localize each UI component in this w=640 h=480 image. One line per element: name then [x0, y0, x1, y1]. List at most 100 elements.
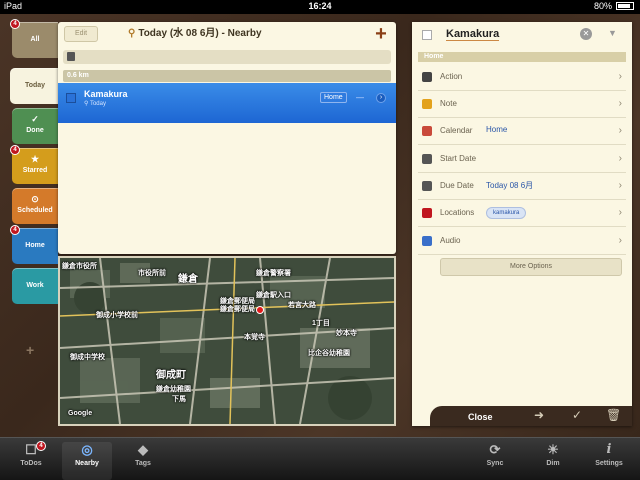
map-label: 鎌倉警察署	[256, 270, 291, 277]
battery-icon	[616, 2, 634, 10]
map-view[interactable]: 鎌倉市役所 市役所前 鎌倉 鎌倉郵便局 鎌倉郵便局 御成小学校前 鎌倉駅入口 鎌倉警察署 若宮大…	[58, 256, 396, 426]
detail-row-note[interactable]: Note ›	[418, 91, 626, 118]
map-label: 1丁目	[312, 320, 330, 327]
star-icon: ★	[30, 154, 40, 164]
toolbar-settings[interactable]: i Settings	[584, 442, 634, 480]
map-label: 鎌倉	[178, 274, 198, 285]
detail-row-label: Due Date	[440, 181, 474, 190]
check-icon: ✓	[31, 114, 39, 124]
satellite-map	[60, 258, 394, 424]
map-label: 鎌倉郵便局	[220, 306, 255, 313]
distance-header: 0.6 km	[63, 70, 391, 82]
task-context-tag: Home	[320, 92, 347, 103]
tab-home[interactable]: 4 Home	[10, 225, 58, 264]
tab-starred[interactable]: 4 ★ Starred	[10, 145, 58, 184]
pin-icon: ⚲	[84, 101, 89, 107]
tab-scheduled[interactable]: ⊙ Scheduled	[12, 188, 58, 224]
chevron-right-icon: ›	[618, 71, 622, 82]
tab-label: Done	[26, 127, 44, 134]
status-right: 80%	[594, 1, 634, 11]
clapper-icon	[422, 72, 432, 82]
toolbar-tags[interactable]: ◆ Tags	[118, 442, 168, 480]
due-date-icon	[422, 181, 432, 191]
task-detail-panel: Kamakura ✕ ▼ Home Action › Note › Calendar Ho…	[412, 22, 632, 426]
toolbar-dim[interactable]: ☀ Dim	[528, 442, 578, 480]
sync-icon: ⟳	[489, 442, 501, 457]
toolbar-todos[interactable]: ☐ 4 ToDos	[6, 441, 56, 480]
detail-row-label: Locations	[440, 208, 475, 217]
detail-title[interactable]: Kamakura	[446, 28, 500, 41]
info-icon: i	[606, 442, 612, 457]
detail-row-label: Note	[440, 99, 457, 108]
chevron-right-icon: ›	[618, 180, 622, 191]
task-title: Kamakura	[84, 89, 128, 99]
list-title-text: Today (水 08 6月) - Nearby	[138, 28, 262, 39]
toolbar-label: Nearby	[75, 460, 99, 467]
list-title: ⚲ Today (水 08 6月) - Nearby	[128, 26, 358, 42]
map-label: 比企谷幼稚園	[308, 350, 350, 357]
tab-badge: 4	[10, 19, 20, 29]
task-subtitle: ⚲ Today	[84, 100, 106, 107]
add-task-button[interactable]: +	[372, 24, 390, 44]
task-dash: —	[356, 93, 364, 102]
tab-label: Starred	[22, 167, 48, 174]
detail-row-value: Today 08 6月	[486, 181, 534, 190]
detail-row-label: Start Date	[440, 154, 477, 163]
toolbar-label: ToDos	[20, 460, 42, 467]
map-label: 本覚寺	[244, 334, 265, 341]
toolbar-label: Tags	[135, 460, 151, 467]
context-strip[interactable]: Home	[418, 52, 626, 62]
speaker-icon	[422, 236, 432, 246]
map-label: 妙本寺	[336, 330, 357, 337]
task-checkbox[interactable]	[66, 93, 76, 103]
lightbulb-icon: ☀	[547, 442, 559, 457]
detail-footer	[430, 406, 632, 426]
nearby-icon: ◎	[81, 442, 93, 457]
tab-label: All	[30, 36, 40, 43]
close-button[interactable]: Close	[468, 412, 493, 422]
toolbar-label: Settings	[595, 460, 623, 467]
map-label: 鎌倉幼稚園	[156, 386, 191, 393]
add-tab-icon[interactable]: +	[26, 342, 34, 358]
detail-row-start-date[interactable]: Start Date ›	[418, 146, 626, 173]
check-icon[interactable]: ✓	[572, 408, 582, 422]
chevron-down-icon[interactable]: ▼	[608, 28, 617, 38]
task-row-selected[interactable]: Kamakura ⚲ Today Home — ›	[58, 83, 396, 123]
map-label: 御成町	[156, 370, 186, 381]
location-pin-icon[interactable]	[256, 306, 264, 314]
list-header: Edit ⚲ Today (水 08 6月) - Nearby +	[58, 22, 396, 46]
tag-icon: ◆	[138, 442, 148, 457]
detail-row-action[interactable]: Action ›	[418, 64, 626, 91]
tab-done[interactable]: ✓ Done	[12, 108, 58, 144]
info-icon[interactable]: ›	[376, 93, 386, 103]
toolbar-badge: 4	[36, 441, 46, 451]
clock-icon: ⊙	[31, 194, 39, 204]
task-list-panel: Edit ⚲ Today (水 08 6月) - Nearby + 0.6 km…	[58, 22, 396, 254]
detail-row-locations[interactable]: Locations kamakura ›	[418, 200, 626, 227]
toolbar-label: Dim	[546, 460, 560, 467]
toolbar-nearby[interactable]: ◎ Nearby	[62, 442, 112, 480]
detail-row-calendar[interactable]: Calendar Home ›	[418, 118, 626, 145]
more-options-button[interactable]: More Options	[440, 258, 622, 276]
tab-label: Scheduled	[17, 207, 53, 214]
trash-icon[interactable]: 🗑	[606, 408, 621, 422]
bottom-toolbar: ☐ 4 ToDos ◎ Nearby ◆ Tags ⟳ Sync ☀ Dim i…	[0, 437, 640, 480]
detail-row-audio[interactable]: Audio ›	[418, 228, 626, 255]
chevron-right-icon: ›	[618, 153, 622, 164]
tab-all[interactable]: 4 All	[10, 19, 58, 58]
clear-icon[interactable]: ✕	[580, 28, 592, 40]
map-label: 市役所前	[138, 270, 166, 277]
location-pin-icon	[422, 208, 432, 218]
detail-row-due-date[interactable]: Due Date Today 08 6月 ›	[418, 173, 626, 200]
detail-checkbox[interactable]	[422, 30, 432, 40]
tab-work[interactable]: Work	[12, 268, 58, 304]
tab-label: Work	[26, 282, 44, 289]
toolbar-sync[interactable]: ⟳ Sync	[470, 442, 520, 480]
calendar-icon	[422, 126, 432, 136]
filter-row[interactable]	[63, 50, 391, 64]
edit-button[interactable]: Edit	[64, 26, 98, 42]
forward-icon[interactable]: ➜	[534, 408, 544, 422]
tab-today[interactable]: Today	[10, 68, 60, 104]
toolbar-label: Sync	[486, 460, 504, 467]
start-date-icon	[422, 154, 432, 164]
